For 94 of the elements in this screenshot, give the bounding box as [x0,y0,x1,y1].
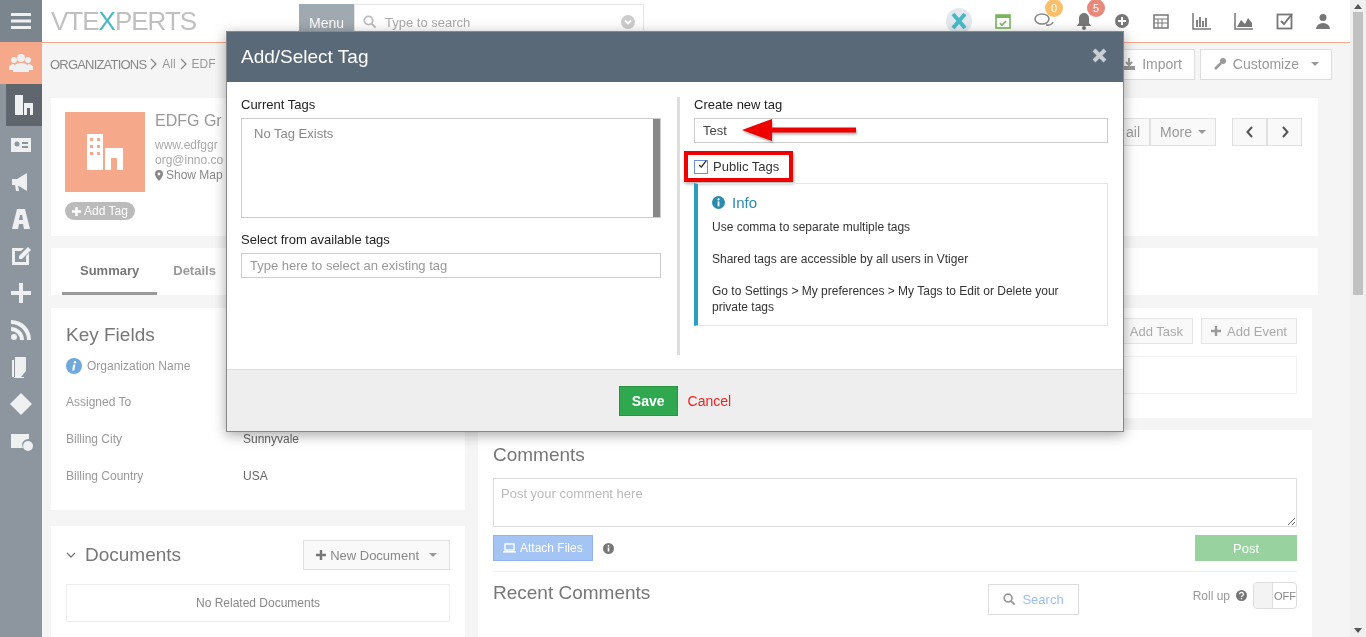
add-tag-button[interactable]: Add Tag [65,202,135,220]
chevron-left-icon [1245,126,1254,138]
search-button[interactable]: Search [988,584,1079,615]
add-event-button[interactable]: Add Event [1201,318,1297,344]
attach-files-button[interactable]: Attach Files [493,535,593,561]
new-document-button[interactable]: New Document [303,540,450,570]
field-label: Current Tags [241,97,317,112]
tab[interactable]: Details [157,248,232,295]
laptop-icon [503,543,516,553]
section-title: Key Fields [66,324,156,346]
plus-icon [316,550,327,560]
calendar-check-icon[interactable] [994,12,1012,30]
rollup-label: Roll up [1192,588,1230,603]
chevron-right-icon [150,58,159,70]
empty-message: No Related Documents [66,584,450,622]
breadcrumb-link[interactable]: ORGANIZATIONS [50,56,147,72]
more-button[interactable]: More [1150,118,1216,146]
users-icon [9,51,33,75]
rss-icon [9,317,33,342]
plus-icon [9,280,33,305]
field-label: Billing City [66,432,122,446]
wrench-icon [1212,57,1227,71]
scrollbar[interactable] [1350,0,1366,637]
info-title: Info [732,194,758,211]
building-icon [65,112,145,192]
bell-icon[interactable] [1076,12,1092,30]
new-tag-field[interactable]: Test [694,118,1108,143]
sidebar-item[interactable] [0,0,42,42]
breadcrumb-link[interactable]: EDF [191,57,216,71]
map-pin-icon [155,169,163,181]
section-title: Comments [493,444,586,466]
checkbox[interactable] [694,159,708,174]
empty-message: No Tag Exists [254,126,334,141]
notification-badge: 5 [1087,0,1105,17]
breadcrumb-link[interactable]: All [162,57,176,71]
caret-icon [1198,130,1206,134]
save-button[interactable]: Save [618,385,678,416]
email-link[interactable]: org@inno.co [155,153,224,168]
search-icon [363,15,378,29]
toggle-switch[interactable]: OFF [1253,582,1297,609]
previous-button[interactable] [1232,118,1267,146]
section-title: Recent Comments [493,582,651,604]
show-map-link[interactable]: Show Map [155,168,224,182]
info-text: Use comma to separate multiple tags [712,219,912,235]
plus-icon [1211,326,1221,336]
download-icon [1122,57,1137,71]
add-icon[interactable] [1114,13,1130,29]
sidebar-item[interactable] [6,84,42,126]
chevron-right-icon [1280,126,1289,138]
notification-badge: 0 [1045,0,1063,17]
customize-button[interactable]: Customize [1199,48,1332,80]
chevron-right-icon [179,58,188,70]
chevron-down-icon[interactable] [66,551,76,559]
plus-icon [72,206,81,216]
checkbox-label: Public Tags [713,159,780,174]
logo: VTEXPERTS [51,5,198,37]
next-button[interactable] [1267,118,1302,146]
section-title: Documents [85,544,182,566]
website-link[interactable]: www.edfggr [155,138,224,153]
building-icon [12,93,36,117]
scrollbar-thumb[interactable] [1353,12,1363,295]
calendar-icon[interactable] [1152,12,1170,30]
dialog-title: Add/Select Tag [241,46,369,68]
help-icon [1236,590,1247,601]
caret-icon [429,553,437,557]
caret-icon [1311,62,1319,66]
user-icon[interactable] [1316,13,1330,29]
search-icon [1003,593,1017,606]
comment-field[interactable]: Post your comment here [493,478,1297,527]
tag-select-field[interactable]: Type here to select an existing tag [241,253,661,278]
scrollbar-thumb[interactable] [653,119,660,217]
field-value: USA [243,469,268,483]
email-button[interactable]: ail [1124,118,1151,146]
scroll-up-icon[interactable] [1354,4,1362,9]
field-value: Sunnyvale [243,432,300,446]
info-text: Go to Settings > My preferences > My Tags to Edit or Delete your private tags [712,283,1060,315]
field-label: Select from available tags [241,232,391,247]
info-text: Shared tags are accessible by all users in Vtiger [712,251,970,267]
cancel-link[interactable]: Cancel [687,392,732,409]
record-name: EDFG Gr [155,112,223,130]
field-label: Create new tag [694,97,784,112]
field-label: Organization Name [87,359,191,373]
chevron-down-icon [621,15,636,29]
field-label: Billing Country [66,469,144,483]
post-button[interactable]: Post [1195,535,1297,561]
info-icon [712,196,725,209]
info-icon [602,542,614,554]
tab[interactable]: Summary [62,248,158,295]
scroll-down-icon[interactable] [1354,628,1362,633]
bar-chart-icon[interactable] [1192,12,1212,30]
field-label: Assigned To [66,395,132,409]
area-chart-icon[interactable] [1234,12,1254,30]
diamond-icon [9,391,33,416]
checkbox-icon[interactable] [1276,12,1294,30]
